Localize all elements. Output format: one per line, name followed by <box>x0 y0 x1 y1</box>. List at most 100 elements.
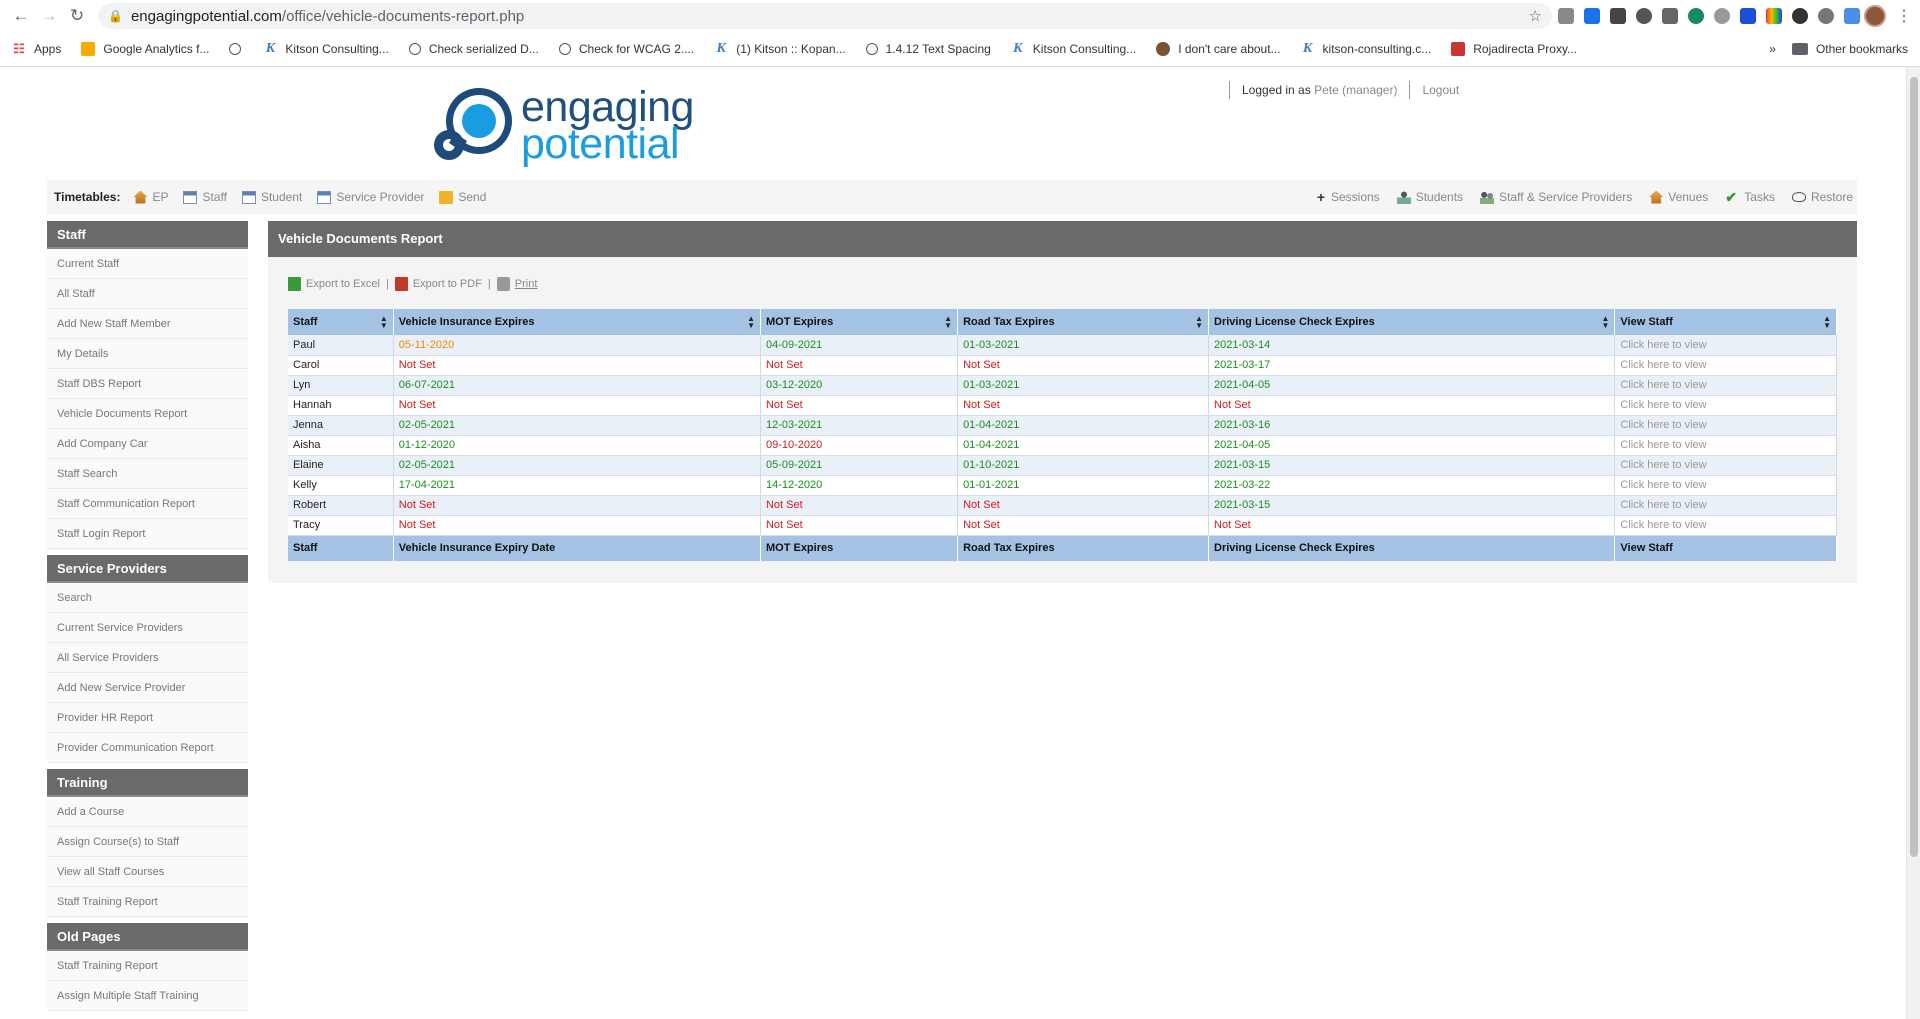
forward-arrow-icon[interactable]: → <box>36 3 62 29</box>
view-staff-link[interactable]: Click here to view <box>1614 475 1837 496</box>
reload-icon[interactable]: ↻ <box>64 3 90 29</box>
page-scrollbar[interactable] <box>1906 67 1920 1019</box>
bookmark-item[interactable]: Google Analytics f... <box>81 41 209 56</box>
bookmark-item[interactable]: Kkitson-consulting.c... <box>1301 41 1431 56</box>
sort-arrows-icon[interactable]: ▲ ▼ <box>380 315 388 330</box>
menu-item-staff-service-providers[interactable]: Staff & Service Providers <box>1480 190 1632 204</box>
bookmark-item[interactable]: Check serialized D... <box>408 42 539 56</box>
menu-item-staff[interactable]: Staff <box>183 190 227 204</box>
sort-arrows-icon[interactable]: ▲ ▼ <box>747 315 755 330</box>
bookmark-item[interactable]: Check for WCAG 2.... <box>558 42 694 56</box>
bookmark-item[interactable]: K Kitson Consulting... <box>1011 41 1136 56</box>
export-excel-link[interactable]: Export to Excel <box>306 278 380 290</box>
extension-icon[interactable] <box>1558 8 1574 24</box>
sidebar-item[interactable]: Staff Search <box>47 459 248 489</box>
sidebar-item[interactable]: All Staff <box>47 279 248 309</box>
column-header[interactable]: Vehicle Insurance Expires ▲ ▼ <box>393 309 761 335</box>
sidebar-item[interactable]: Assign Multiple Staff Training <box>47 981 248 1011</box>
scrollbar-thumb[interactable] <box>1910 77 1918 857</box>
extension-icon[interactable] <box>1844 8 1860 24</box>
extension-icon[interactable] <box>1688 8 1704 24</box>
sidebar-item[interactable]: Staff Training Report <box>47 887 248 917</box>
extension-icon[interactable] <box>1662 8 1678 24</box>
menu-item-restore[interactable]: Restore <box>1791 190 1853 204</box>
bookmark-item[interactable]: K Kitson Consulting... <box>263 40 389 56</box>
bookmark-item[interactable]: Rojadirecta Proxy... <box>1451 41 1577 56</box>
other-bookmarks-folder[interactable]: Other bookmarks <box>1791 42 1908 56</box>
sidebar-item[interactable]: Add New Staff Member <box>47 309 248 339</box>
url-bar[interactable]: 🔒 engagingpotential.com/office/vehicle-d… <box>98 3 1552 29</box>
sidebar-item[interactable]: My Details <box>47 339 248 369</box>
logout-link[interactable]: Logout <box>1422 83 1459 97</box>
back-arrow-icon[interactable]: ← <box>8 3 34 29</box>
sidebar-item[interactable]: Staff Login Report <box>47 519 248 549</box>
extension-icon[interactable] <box>1766 8 1782 24</box>
sidebar-item[interactable]: Current Service Providers <box>47 613 248 643</box>
print-link[interactable]: Print <box>515 278 538 290</box>
license-expiry-cell: 2021-04-05 <box>1208 435 1616 456</box>
sidebar-item[interactable]: Staff DBS Report <box>47 369 248 399</box>
menu-item-tasks[interactable]: ✔ Tasks <box>1725 190 1775 205</box>
divider <box>1409 81 1411 99</box>
column-header[interactable]: View Staff ▲ ▼ <box>1614 309 1837 335</box>
extension-icon[interactable] <box>1818 8 1834 24</box>
bookmark-item[interactable]: I don't care about... <box>1156 41 1281 56</box>
current-user[interactable]: Pete (manager) <box>1314 83 1397 97</box>
sidebar-item[interactable]: Vehicle Documents Report <box>47 399 248 429</box>
sidebar-item[interactable]: Current Staff <box>47 249 248 279</box>
menu-item-ep[interactable]: EP <box>133 190 168 204</box>
extension-icon[interactable] <box>1740 8 1756 24</box>
browser-menu-icon[interactable]: ⋮ <box>1896 6 1912 26</box>
view-staff-link[interactable]: Click here to view <box>1614 495 1837 516</box>
tax-expiry-cell: 01-01-2021 <box>957 475 1209 496</box>
view-staff-link[interactable]: Click here to view <box>1614 395 1837 416</box>
bookmark-star-icon[interactable]: ☆ <box>1529 7 1542 25</box>
sort-arrows-icon[interactable]: ▲ ▼ <box>1195 315 1203 330</box>
view-staff-link[interactable]: Click here to view <box>1614 455 1837 476</box>
bookmark-item[interactable] <box>229 42 249 55</box>
extension-icon[interactable] <box>1792 8 1808 24</box>
extension-icon[interactable] <box>1584 8 1600 24</box>
extension-icon[interactable] <box>1636 8 1652 24</box>
export-pdf-link[interactable]: Export to PDF <box>413 278 482 290</box>
menu-item-students[interactable]: Students <box>1396 190 1463 204</box>
sidebar-item[interactable]: Add a Course <box>47 797 248 827</box>
sidebar-item[interactable]: All Service Providers <box>47 643 248 673</box>
bookmarks-overflow-button[interactable]: » <box>1769 42 1776 56</box>
profile-avatar[interactable] <box>1864 5 1886 27</box>
menu-item-send[interactable]: Send <box>439 190 486 204</box>
site-logo[interactable]: engaging potential <box>427 83 694 169</box>
extension-icon[interactable] <box>1610 8 1626 24</box>
sidebar-item[interactable]: Assign Course(s) to Staff <box>47 827 248 857</box>
column-header[interactable]: Road Tax Expires ▲ ▼ <box>957 309 1209 335</box>
sidebar-item[interactable]: Provider HR Report <box>47 703 248 733</box>
bookmark-item[interactable]: K (1) Kitson :: Kopan... <box>714 41 846 56</box>
menu-item-sessions[interactable]: + Sessions <box>1316 190 1380 205</box>
column-header[interactable]: Driving License Check Expires ▲ ▼ <box>1208 309 1616 335</box>
sort-arrows-icon[interactable]: ▲ ▼ <box>944 315 952 330</box>
bookmark-item[interactable]: 1.4.12 Text Spacing <box>865 42 991 56</box>
view-staff-link[interactable]: Click here to view <box>1614 335 1837 356</box>
menu-item-service-provider[interactable]: Service Provider <box>317 190 424 204</box>
view-staff-link[interactable]: Click here to view <box>1614 515 1837 536</box>
sort-arrows-icon[interactable]: ▲ ▼ <box>1823 315 1831 330</box>
sidebar-item[interactable]: Staff Communication Report <box>47 489 248 519</box>
sidebar-item[interactable]: Search <box>47 583 248 613</box>
view-staff-link[interactable]: Click here to view <box>1614 375 1837 396</box>
column-header[interactable]: Staff ▲ ▼ <box>288 309 394 335</box>
sort-arrows-icon[interactable]: ▲ ▼ <box>1601 315 1609 330</box>
sidebar-item[interactable]: Add New Service Provider <box>47 673 248 703</box>
extension-icon[interactable] <box>1714 8 1730 24</box>
sidebar-item[interactable]: Add Company Car <box>47 429 248 459</box>
kitson-k-icon: K <box>265 40 276 56</box>
sidebar-item[interactable]: Provider Communication Report <box>47 733 248 763</box>
view-staff-link[interactable]: Click here to view <box>1614 415 1837 436</box>
sidebar-item[interactable]: Staff Training Report <box>47 951 248 981</box>
menu-item-student[interactable]: Student <box>241 190 302 204</box>
sidebar-item[interactable]: View all Staff Courses <box>47 857 248 887</box>
menu-item-venues[interactable]: Venues <box>1649 190 1708 204</box>
bookmark-item[interactable]: ☷ Apps <box>12 41 61 56</box>
view-staff-link[interactable]: Click here to view <box>1614 435 1837 456</box>
view-staff-link[interactable]: Click here to view <box>1614 355 1837 376</box>
column-header[interactable]: MOT Expires ▲ ▼ <box>760 309 959 335</box>
